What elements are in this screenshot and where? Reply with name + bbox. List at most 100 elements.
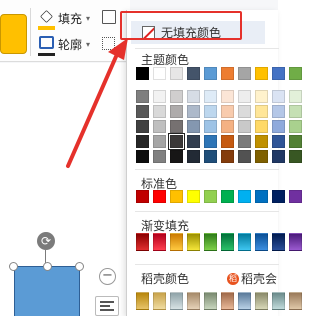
theme-color-swatch[interactable] [238,150,251,163]
theme-color-swatch[interactable] [204,150,217,163]
daoke-color-swatch[interactable] [204,292,217,310]
theme-color-swatch[interactable] [168,133,185,150]
theme-color-swatch[interactable] [272,135,285,148]
gradient-swatch[interactable] [153,233,166,251]
theme-color-swatch[interactable] [221,67,234,80]
theme-color-swatch[interactable] [170,150,183,163]
gradient-swatch[interactable] [272,233,285,251]
theme-color-swatch[interactable] [153,120,166,133]
standard-color-swatch[interactable] [289,190,302,203]
theme-color-swatch[interactable] [289,135,302,148]
theme-color-swatch[interactable] [238,135,251,148]
theme-color-swatch[interactable] [255,150,268,163]
shape-style-preview[interactable] [0,14,27,54]
theme-color-swatch[interactable] [221,135,234,148]
theme-color-swatch[interactable] [187,120,200,133]
daoke-color-swatch[interactable] [136,292,149,310]
daoke-link[interactable]: 稻 稻壳会 [227,270,277,287]
gradient-swatch[interactable] [289,233,302,251]
standard-color-swatch[interactable] [204,190,217,203]
theme-color-swatch[interactable] [136,150,149,163]
standard-color-swatch[interactable] [272,190,285,203]
resize-handle-top[interactable] [43,262,52,271]
gradient-swatch[interactable] [187,233,200,251]
theme-color-swatch[interactable] [153,67,166,80]
theme-color-swatch[interactable] [272,67,285,80]
theme-color-swatch[interactable] [221,150,234,163]
daoke-color-swatch[interactable] [238,292,251,310]
theme-color-swatch[interactable] [238,90,251,103]
theme-color-swatch[interactable] [170,120,183,133]
theme-color-swatch[interactable] [136,90,149,103]
daoke-color-swatch[interactable] [289,292,302,310]
daoke-color-swatch[interactable] [153,292,166,310]
theme-color-swatch[interactable] [255,67,268,80]
theme-color-swatch[interactable] [289,150,302,163]
resize-handle-top-left[interactable] [9,262,18,271]
theme-color-swatch[interactable] [136,105,149,118]
layout-options-icon[interactable] [95,296,119,316]
theme-color-swatch[interactable] [153,105,166,118]
theme-color-swatch[interactable] [255,135,268,148]
theme-color-swatch[interactable] [255,90,268,103]
theme-color-swatch[interactable] [204,67,217,80]
theme-color-swatch[interactable] [187,105,200,118]
theme-color-swatch[interactable] [255,120,268,133]
standard-color-swatch[interactable] [187,190,200,203]
theme-color-swatch[interactable] [238,105,251,118]
fill-button[interactable]: 填充 ▾ [38,8,90,30]
theme-color-swatch[interactable] [136,120,149,133]
theme-color-swatch[interactable] [272,90,285,103]
standard-color-swatch[interactable] [170,190,183,203]
theme-color-swatch[interactable] [221,105,234,118]
theme-color-swatch[interactable] [170,67,183,80]
outline-button[interactable]: 轮廓 ▾ [38,34,90,56]
theme-color-swatch[interactable] [289,90,302,103]
daoke-color-swatch[interactable] [255,292,268,310]
theme-color-swatch[interactable] [187,150,200,163]
theme-color-swatch[interactable] [272,120,285,133]
theme-color-swatch[interactable] [170,105,183,118]
gradient-swatch[interactable] [221,233,234,251]
standard-color-swatch[interactable] [255,190,268,203]
daoke-color-swatch[interactable] [170,292,183,310]
theme-color-swatch[interactable] [272,105,285,118]
standard-color-swatch[interactable] [136,190,149,203]
theme-color-swatch[interactable] [238,67,251,80]
theme-color-swatch[interactable] [187,135,200,148]
gradient-swatch[interactable] [136,233,149,251]
theme-color-swatch[interactable] [153,135,166,148]
theme-color-swatch[interactable] [289,120,302,133]
gradient-swatch[interactable] [170,233,183,251]
theme-color-swatch[interactable] [136,67,149,80]
standard-color-swatch[interactable] [153,190,166,203]
theme-color-swatch[interactable] [187,67,200,80]
theme-color-swatch[interactable] [255,105,268,118]
standard-color-swatch[interactable] [221,190,234,203]
theme-color-swatch[interactable] [136,135,149,148]
theme-color-swatch[interactable] [170,90,183,103]
theme-color-swatch[interactable] [238,120,251,133]
theme-color-swatch[interactable] [204,90,217,103]
gradient-swatch[interactable] [255,233,268,251]
theme-color-swatch[interactable] [204,120,217,133]
theme-color-swatch[interactable] [289,67,302,80]
theme-color-swatch[interactable] [289,105,302,118]
daoke-color-swatch[interactable] [221,292,234,310]
daoke-color-swatch[interactable] [272,292,285,310]
rotate-icon[interactable]: ⟳ [37,232,55,250]
standard-color-swatch[interactable] [238,190,251,203]
resize-handle-top-right[interactable] [75,262,84,271]
theme-color-swatch[interactable] [204,105,217,118]
theme-color-swatch[interactable] [187,90,200,103]
theme-color-swatch[interactable] [221,120,234,133]
theme-color-swatch[interactable] [272,150,285,163]
theme-color-swatch[interactable] [204,135,217,148]
selected-shape[interactable] [14,266,80,316]
minus-icon[interactable]: − [99,268,116,285]
theme-color-swatch[interactable] [153,90,166,103]
gradient-swatch[interactable] [204,233,217,251]
gradient-swatch[interactable] [238,233,251,251]
theme-color-swatch[interactable] [221,90,234,103]
daoke-color-swatch[interactable] [187,292,200,310]
